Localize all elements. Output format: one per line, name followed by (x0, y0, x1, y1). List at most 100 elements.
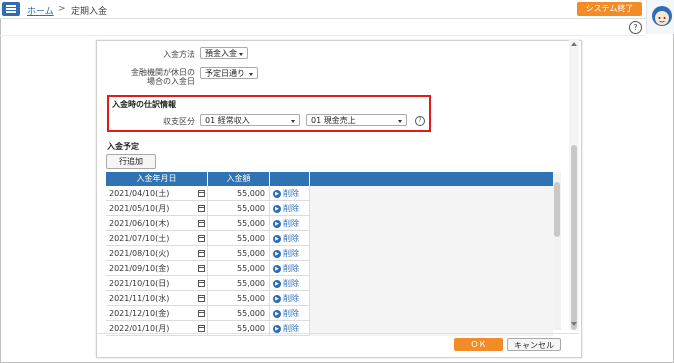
amount-cell[interactable]: 55,000 (208, 306, 270, 321)
column-header-amount: 入金額 (208, 172, 270, 186)
add-row-button[interactable]: 行追加 (106, 154, 156, 169)
play-circle-icon: ▶ (273, 219, 281, 228)
date-cell[interactable]: 2021/06/10(木) (106, 216, 208, 231)
date-value: 2021/10/10(日) (109, 279, 170, 288)
calendar-icon[interactable] (198, 265, 205, 272)
date-cell[interactable]: 2021/10/10(日) (106, 276, 208, 291)
help-icon[interactable]: ? (629, 21, 642, 34)
delete-button[interactable]: ▶ 削除 (270, 291, 310, 306)
table-row: 2021/06/10(木) 55,000 ▶ 削除 (106, 216, 553, 231)
play-circle-icon: ▶ (273, 189, 281, 198)
date-cell[interactable]: 2021/04/10(土) (106, 186, 208, 201)
top-header: ホーム > 定期入金 システム終了 (0, 0, 674, 19)
date-value: 2021/07/10(土) (109, 234, 170, 243)
date-value: 2021/08/10(火) (109, 249, 170, 258)
hamburger-menu-icon[interactable] (2, 2, 20, 16)
date-cell[interactable]: 2021/12/10(金) (106, 306, 208, 321)
calendar-icon[interactable] (198, 280, 205, 287)
delete-label: 削除 (283, 309, 299, 318)
date-value: 2021/04/10(土) (109, 189, 170, 198)
table-scrollbar[interactable] (553, 172, 561, 330)
amount-cell[interactable]: 55,000 (208, 276, 270, 291)
date-cell[interactable]: 2021/11/10(水) (106, 291, 208, 306)
table-row: 2021/07/10(土) 55,000 ▶ 削除 (106, 231, 553, 246)
scroll-down-icon[interactable] (571, 322, 577, 326)
category-secondary-value: 01 現金売上 (311, 116, 356, 125)
date-cell[interactable]: 2021/08/10(火) (106, 246, 208, 261)
delete-label: 削除 (283, 264, 299, 273)
delete-label: 削除 (283, 219, 299, 228)
delete-label: 削除 (283, 294, 299, 303)
calendar-icon[interactable] (198, 295, 205, 302)
date-value: 2021/12/10(金) (109, 309, 170, 318)
amount-cell[interactable]: 55,000 (208, 201, 270, 216)
delete-button[interactable]: ▶ 削除 (270, 231, 310, 246)
holiday-rule-select[interactable]: 予定日通り (200, 67, 258, 79)
date-cell[interactable]: 2021/07/10(土) (106, 231, 208, 246)
table-row: 2021/08/10(火) 55,000 ▶ 削除 (106, 246, 553, 261)
amount-cell[interactable]: 55,000 (208, 216, 270, 231)
table-row: 2021/11/10(水) 55,000 ▶ 削除 (106, 291, 553, 306)
holiday-rule-label: 金融機関が休日の 場合の入金日 (131, 68, 195, 86)
play-circle-icon: ▶ (273, 204, 281, 213)
calendar-icon[interactable] (198, 250, 205, 257)
journal-info-title: 入金時の仕訳情報 (112, 100, 176, 109)
category-label: 収支区分 (163, 117, 195, 126)
table-row: 2021/12/10(金) 55,000 ▶ 削除 (106, 306, 553, 321)
play-circle-icon: ▶ (273, 294, 281, 303)
cancel-button[interactable]: キャンセル (507, 338, 561, 351)
calendar-icon[interactable] (198, 220, 205, 227)
delete-button[interactable]: ▶ 削除 (270, 216, 310, 231)
calendar-icon[interactable] (198, 205, 205, 212)
calendar-icon[interactable] (198, 190, 205, 197)
calendar-icon[interactable] (198, 325, 205, 332)
category-primary-value: 01 経常収入 (205, 116, 250, 125)
breadcrumb-separator: > (58, 4, 66, 14)
amount-cell[interactable]: 55,000 (208, 291, 270, 306)
play-circle-icon: ▶ (273, 309, 281, 318)
breadcrumb-home-link[interactable]: ホーム (27, 4, 54, 17)
footer-divider (97, 333, 579, 334)
journal-help-icon[interactable]: ? (415, 116, 425, 126)
amount-cell[interactable]: 55,000 (208, 261, 270, 276)
category-secondary-select[interactable]: 01 現金売上 (306, 114, 407, 126)
payment-method-label: 入金方法 (163, 50, 195, 59)
row-spacer (310, 246, 553, 261)
delete-button[interactable]: ▶ 削除 (270, 306, 310, 321)
play-circle-icon: ▶ (273, 324, 281, 333)
panel-scrollbar[interactable] (569, 40, 579, 330)
date-cell[interactable]: 2021/09/10(金) (106, 261, 208, 276)
date-cell[interactable]: 2021/05/10(月) (106, 201, 208, 216)
column-header-spacer (310, 172, 553, 186)
calendar-icon[interactable] (198, 235, 205, 242)
row-spacer (310, 261, 553, 276)
date-value: 2021/11/10(水) (109, 294, 170, 303)
date-value: 2021/06/10(木) (109, 219, 170, 228)
row-spacer (310, 201, 553, 216)
delete-label: 削除 (283, 324, 299, 333)
chevron-down-icon (291, 120, 295, 123)
delete-label: 削除 (283, 189, 299, 198)
date-value: 2022/01/10(月) (109, 324, 170, 333)
column-header-actions (270, 172, 310, 186)
delete-button[interactable]: ▶ 削除 (270, 261, 310, 276)
assistant-avatar-icon[interactable] (646, 0, 674, 34)
delete-button[interactable]: ▶ 削除 (270, 186, 310, 201)
chevron-down-icon (249, 73, 253, 76)
ok-button[interactable]: ＯＫ (454, 338, 503, 351)
amount-cell[interactable]: 55,000 (208, 231, 270, 246)
table-row: 2021/10/10(日) 55,000 ▶ 削除 (106, 276, 553, 291)
chevron-down-icon (239, 53, 243, 56)
system-exit-button[interactable]: システム終了 (577, 2, 642, 16)
table-row: 2021/05/10(月) 55,000 ▶ 削除 (106, 201, 553, 216)
delete-button[interactable]: ▶ 削除 (270, 276, 310, 291)
delete-button[interactable]: ▶ 削除 (270, 246, 310, 261)
payment-method-select[interactable]: 預金入金 (200, 47, 248, 59)
play-circle-icon: ▶ (273, 249, 281, 258)
calendar-icon[interactable] (198, 310, 205, 317)
delete-button[interactable]: ▶ 削除 (270, 201, 310, 216)
category-primary-select[interactable]: 01 経常収入 (200, 114, 300, 126)
amount-cell[interactable]: 55,000 (208, 246, 270, 261)
scroll-up-icon[interactable] (571, 42, 577, 46)
amount-cell[interactable]: 55,000 (208, 186, 270, 201)
